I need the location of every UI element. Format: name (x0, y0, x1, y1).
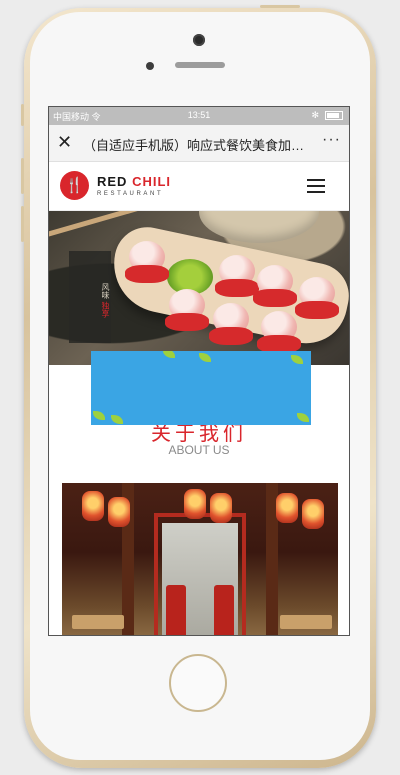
brand-subtitle: RESTAURANT (97, 191, 164, 197)
hero-sign-text-1: 风味 (101, 282, 110, 299)
lantern (184, 489, 206, 519)
leaf-decoration (93, 411, 105, 420)
earpiece-speaker (175, 62, 225, 68)
lantern (210, 493, 232, 523)
hamburger-icon[interactable] (307, 179, 325, 197)
front-camera (193, 34, 205, 46)
brand-name-second: CHILI (132, 174, 172, 189)
leaf-decoration (111, 415, 123, 424)
hero-dumpling-wrap (295, 301, 339, 319)
bluetooth-icon: ✻ (311, 110, 319, 120)
leaf-decoration (297, 413, 309, 422)
hero-side-sign: 风味 独享 (69, 251, 111, 343)
lantern (276, 493, 298, 523)
brand-name[interactable]: RED CHILI (97, 174, 171, 189)
home-button[interactable] (169, 654, 227, 712)
volume-down-button (21, 206, 24, 242)
hero-dumpling-wrap (253, 289, 297, 307)
site-header: 🍴 RED CHILI RESTAURANT (49, 162, 349, 211)
hero-bowl (199, 211, 319, 243)
about-title-en: ABOUT US (168, 443, 230, 457)
hero-dumpling-wrap (125, 265, 169, 283)
lantern (82, 491, 104, 521)
lantern (108, 497, 130, 527)
battery-icon (325, 111, 343, 120)
restaurant-interior-image (62, 483, 338, 635)
status-bar: 中国移动 令 13:51 ✻ (49, 107, 349, 125)
hero-sign-text-2: 独享 (101, 301, 110, 318)
webview-title-bar: ✕ （自适应手机版）响应式餐饮美食加盟... ··· (49, 125, 349, 162)
dining-table (72, 615, 124, 629)
brand-name-first: RED (97, 174, 133, 189)
page-title: （自适应手机版）响应式餐饮美食加盟... (83, 138, 313, 153)
fork-knife-icon[interactable]: 🍴 (60, 171, 89, 200)
clock: 13:51 (187, 110, 211, 120)
mute-switch (21, 104, 24, 126)
volume-up-button (21, 158, 24, 194)
power-button (260, 5, 300, 8)
leaf-decoration (199, 353, 211, 362)
dining-table (280, 615, 332, 629)
ad-banner-overlay[interactable] (91, 351, 311, 425)
red-chair (166, 585, 186, 635)
lantern (302, 499, 324, 529)
proximity-sensor (146, 62, 154, 70)
close-icon[interactable]: ✕ (57, 132, 72, 152)
more-options-icon[interactable]: ··· (322, 131, 341, 149)
leaf-decoration (291, 355, 303, 364)
hero-dumpling-wrap (165, 313, 209, 331)
phone-screen: 中国移动 令 13:51 ✻ ✕ （自适应手机版）响应式餐饮美食加盟... ··… (48, 106, 350, 636)
red-chair (214, 585, 234, 635)
hero-image: 风味 独享 (49, 211, 349, 365)
hero-dumpling-wrap (209, 327, 253, 345)
leaf-decoration (163, 351, 175, 358)
